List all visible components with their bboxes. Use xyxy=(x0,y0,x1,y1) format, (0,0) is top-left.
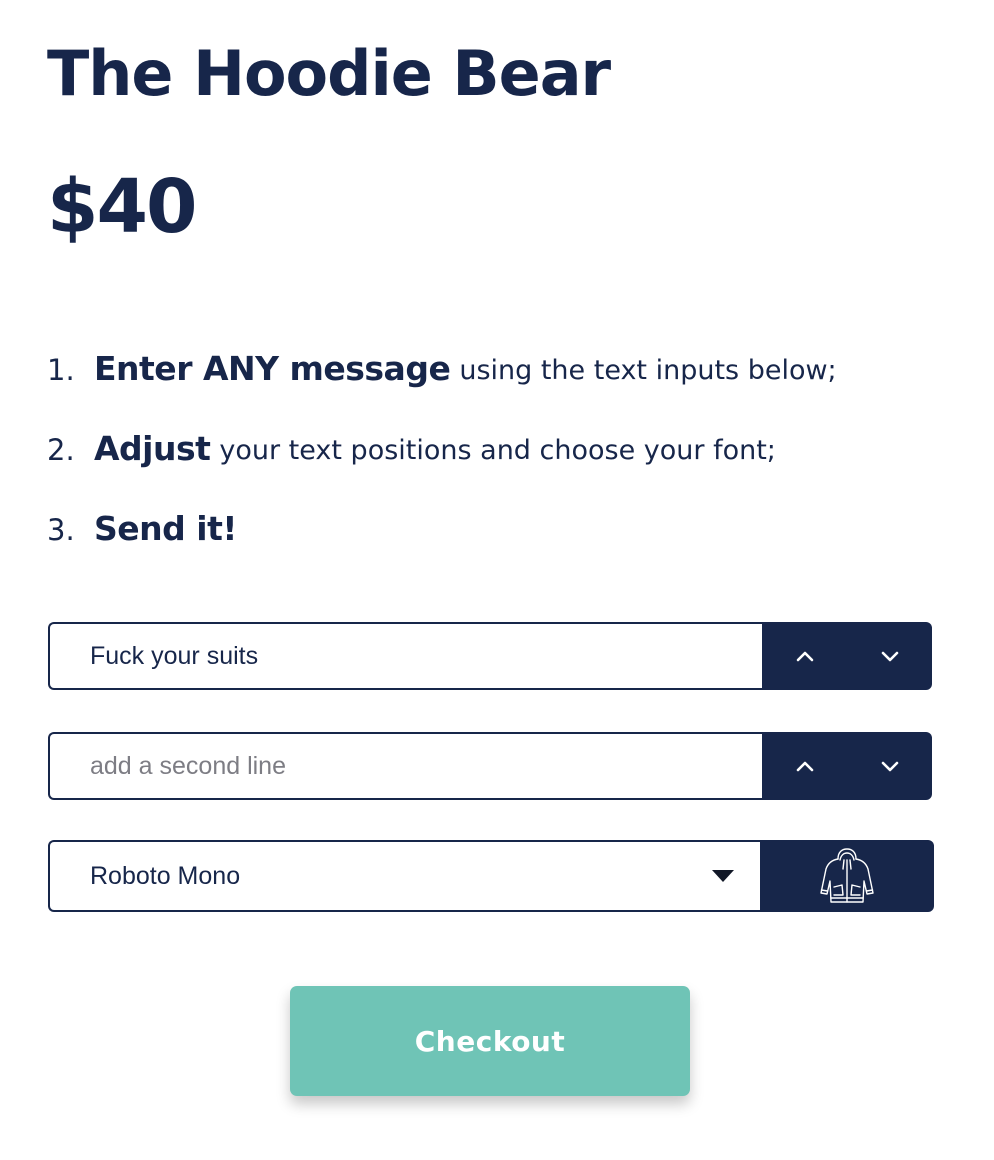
instruction-list: 1. Enter ANY message using the text inpu… xyxy=(47,340,837,580)
step-number: 3. xyxy=(47,513,75,547)
checkout-button[interactable]: Checkout xyxy=(290,986,690,1096)
line1-row xyxy=(48,622,932,690)
hoodie-preview-button[interactable] xyxy=(760,840,934,912)
line2-row xyxy=(48,732,932,800)
chevron-down-icon xyxy=(881,651,898,662)
instruction-item: 3. Send it! xyxy=(47,500,837,580)
step-emphasis: Adjust xyxy=(94,429,211,468)
product-price: $40 xyxy=(47,164,197,250)
instruction-item: 1. Enter ANY message using the text inpu… xyxy=(47,340,837,420)
line2-move-up-button[interactable] xyxy=(762,732,847,800)
line1-text-input[interactable] xyxy=(50,624,762,688)
step-emphasis: Send it! xyxy=(94,509,237,548)
line1-field-box xyxy=(48,622,762,690)
caret-down-icon xyxy=(712,870,734,882)
line2-text-input[interactable] xyxy=(50,734,762,798)
line1-position-stepper xyxy=(762,622,932,690)
line2-move-down-button[interactable] xyxy=(847,732,932,800)
step-text: using the text inputs below; xyxy=(459,355,837,386)
font-select[interactable]: Roboto Mono xyxy=(48,840,760,912)
chevron-up-icon xyxy=(796,651,813,662)
step-number: 2. xyxy=(47,433,75,467)
font-select-value: Roboto Mono xyxy=(90,861,241,890)
step-text: your text positions and choose your font… xyxy=(219,435,776,466)
line2-field-box xyxy=(48,732,762,800)
instruction-item: 2. Adjust your text positions and choose… xyxy=(47,420,837,500)
step-number: 1. xyxy=(47,353,75,387)
step-emphasis: Enter ANY message xyxy=(94,349,451,388)
chevron-down-icon xyxy=(881,761,898,772)
line1-move-up-button[interactable] xyxy=(762,622,847,690)
font-row: Roboto Mono xyxy=(48,840,934,912)
line2-position-stepper xyxy=(762,732,932,800)
line1-move-down-button[interactable] xyxy=(847,622,932,690)
product-title: The Hoodie Bear xyxy=(47,37,611,110)
hoodie-icon xyxy=(820,848,874,903)
chevron-up-icon xyxy=(796,761,813,772)
